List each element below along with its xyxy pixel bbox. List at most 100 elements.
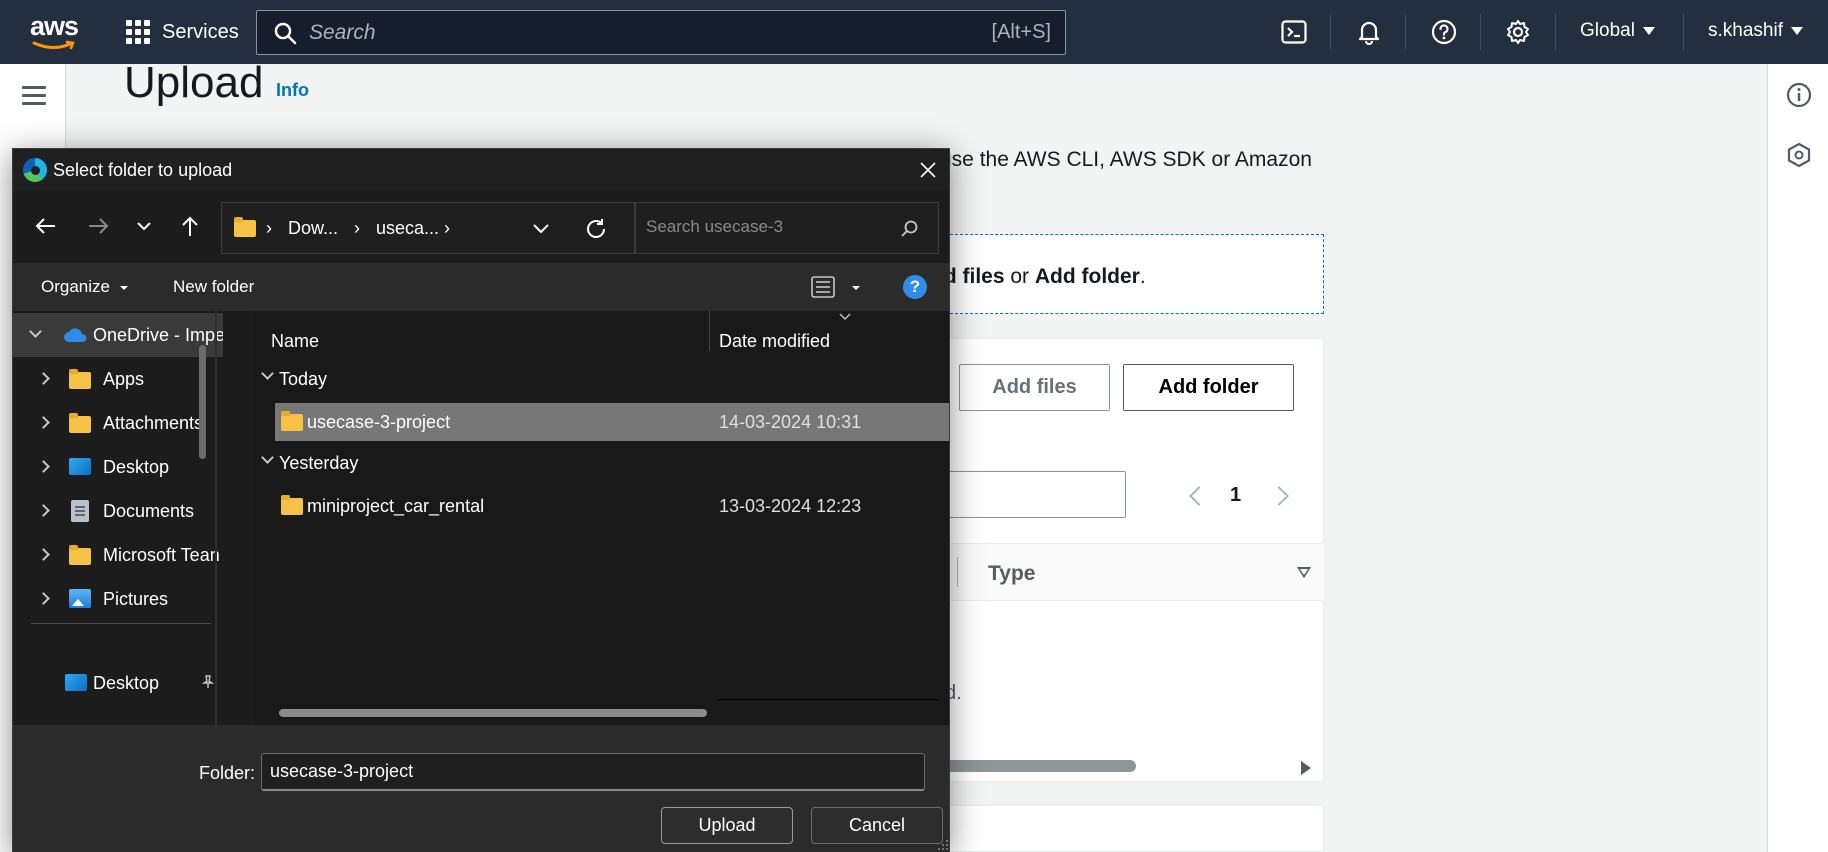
- chevron-right-icon: [37, 548, 50, 561]
- info-icon[interactable]: [1786, 82, 1812, 108]
- menu-icon[interactable]: [22, 86, 46, 106]
- pane-splitter[interactable]: [215, 311, 217, 725]
- address-history-chevron-icon[interactable]: [532, 223, 550, 235]
- dropzone-period: .: [1139, 265, 1146, 288]
- group-header-yesterday[interactable]: Yesterday: [279, 453, 358, 474]
- nav-item-onedrive[interactable]: OneDrive - Impe: [13, 313, 223, 357]
- nav-item-label: Attachments: [103, 412, 204, 433]
- account-name: s.khashif: [1708, 20, 1783, 41]
- nav-item-attachments[interactable]: Attachments: [13, 401, 223, 445]
- back-arrow-icon[interactable]: [33, 213, 59, 239]
- refresh-icon[interactable]: [584, 217, 608, 241]
- folder-field-label: Folder:: [199, 763, 256, 783]
- breadcrumb-separator: ›: [444, 218, 450, 238]
- column-separator: [957, 557, 958, 587]
- aws-search-bar[interactable]: [Alt+S]: [256, 10, 1066, 55]
- caret-down-icon[interactable]: [851, 285, 861, 291]
- scroll-right-icon[interactable]: [1301, 761, 1311, 775]
- chevron-down-icon[interactable]: [261, 451, 274, 464]
- nav-item-label: Microsoft Tean: [103, 544, 220, 565]
- nav-item-desktop-pinned[interactable]: Desktop: [13, 661, 223, 705]
- dialog-help-icon[interactable]: ?: [903, 275, 927, 299]
- info-link[interactable]: Info: [276, 80, 309, 101]
- aws-logo[interactable]: aws: [30, 12, 80, 52]
- region-label: Global: [1580, 20, 1635, 41]
- lower-panel: [930, 805, 1324, 852]
- chevron-right-icon: [37, 592, 50, 605]
- breadcrumb-downloads[interactable]: Dow...: [288, 218, 338, 239]
- help-icon[interactable]: [1430, 18, 1458, 46]
- nav-pane-scrollbar-thumb[interactable]: [199, 345, 206, 459]
- forward-arrow-icon[interactable]: [85, 213, 111, 239]
- nav-item-pictures[interactable]: Pictures: [13, 577, 223, 621]
- dialog-search-box[interactable]: [635, 202, 939, 254]
- address-bar[interactable]: › Dow... › useca... ›: [221, 202, 635, 254]
- view-options-icon[interactable]: [811, 276, 837, 298]
- cloudshell-icon[interactable]: [1280, 18, 1308, 46]
- file-name: usecase-3-project: [307, 412, 451, 432]
- folder-icon: [281, 411, 303, 431]
- nav-item-documents[interactable]: Documents: [13, 489, 223, 533]
- folder-name-input[interactable]: [261, 753, 925, 791]
- nav-divider: [31, 623, 211, 624]
- gear-icon[interactable]: [1504, 18, 1532, 46]
- resize-grip-icon[interactable]: [937, 839, 949, 851]
- caret-down-icon: [1642, 27, 1655, 35]
- nav-pane-scrollbar-track: [223, 311, 253, 725]
- nav-item-apps[interactable]: Apps: [13, 357, 223, 401]
- organize-menu-button[interactable]: Organize: [41, 277, 110, 297]
- folder-icon: [281, 495, 303, 515]
- nav-item-microsoft-teams[interactable]: Microsoft Tean: [13, 533, 223, 577]
- cancel-button[interactable]: Cancel: [811, 807, 943, 844]
- desktop-icon: [65, 674, 87, 691]
- chevron-right-icon: [37, 460, 50, 473]
- file-row[interactable]: miniproject_car_rental 13-03-2024 12:23: [275, 487, 949, 525]
- file-row[interactable]: usecase-3-project 14-03-2024 10:31: [275, 403, 949, 441]
- file-list-horizontal-scrollbar[interactable]: [279, 709, 707, 717]
- region-selector[interactable]: Global: [1580, 20, 1655, 42]
- page-description: use the AWS CLI, AWS SDK or Amazon: [940, 148, 1312, 171]
- hexagon-settings-icon[interactable]: [1786, 142, 1812, 168]
- edge-browser-icon: [23, 158, 47, 182]
- services-menu-button[interactable]: Services: [126, 16, 239, 48]
- upload-button[interactable]: Upload: [661, 807, 793, 844]
- table-horizontal-scrollbar[interactable]: [940, 760, 1136, 772]
- name-column-header[interactable]: Name: [271, 331, 319, 352]
- chevron-down-icon[interactable]: [261, 367, 274, 380]
- nav-item-desktop[interactable]: Desktop: [13, 445, 223, 489]
- recent-locations-chevron-icon[interactable]: [131, 213, 157, 239]
- dialog-footer: Folder: Upload Cancel: [13, 725, 949, 852]
- sort-icon[interactable]: [1297, 567, 1311, 578]
- topbar-separator: [1480, 14, 1481, 50]
- account-menu[interactable]: s.khashif: [1708, 20, 1803, 42]
- topbar-separator: [1405, 14, 1406, 50]
- bell-icon[interactable]: [1355, 18, 1383, 46]
- aws-search-input[interactable]: [309, 20, 992, 45]
- nav-item-label: Apps: [103, 368, 145, 389]
- folder-icon: [69, 545, 91, 565]
- right-side-rail: [1767, 64, 1828, 852]
- add-folder-button[interactable]: Add folder: [1123, 364, 1294, 411]
- topbar-separator: [1330, 14, 1331, 50]
- breadcrumb-usecase[interactable]: useca...: [376, 218, 439, 239]
- date-modified-column-header[interactable]: Date modified: [719, 331, 830, 352]
- pager-current-page[interactable]: 1: [1230, 484, 1241, 507]
- file-name: miniproject_car_rental: [307, 496, 485, 516]
- add-files-button[interactable]: Add files: [959, 364, 1110, 411]
- new-folder-button[interactable]: New folder: [173, 277, 254, 297]
- dialog-search-input[interactable]: [646, 217, 886, 237]
- up-arrow-icon[interactable]: [177, 213, 203, 239]
- type-column-header[interactable]: Type: [988, 562, 1035, 586]
- find-files-input[interactable]: [930, 471, 1126, 518]
- page-title: Upload: [124, 58, 264, 107]
- group-header-today[interactable]: Today: [279, 369, 327, 390]
- column-divider[interactable]: [709, 311, 710, 351]
- search-icon: [274, 22, 297, 44]
- caret-down-icon: [1790, 27, 1803, 35]
- pictures-icon: [69, 589, 91, 608]
- aws-smile-icon: [32, 40, 75, 50]
- nav-item-label: Desktop: [103, 456, 170, 477]
- file-list-pane: Name Date modified Today usecase-3-proje…: [253, 311, 949, 725]
- close-icon[interactable]: [917, 159, 939, 181]
- upload-dropzone[interactable]: dd files or Add folder.: [930, 234, 1324, 314]
